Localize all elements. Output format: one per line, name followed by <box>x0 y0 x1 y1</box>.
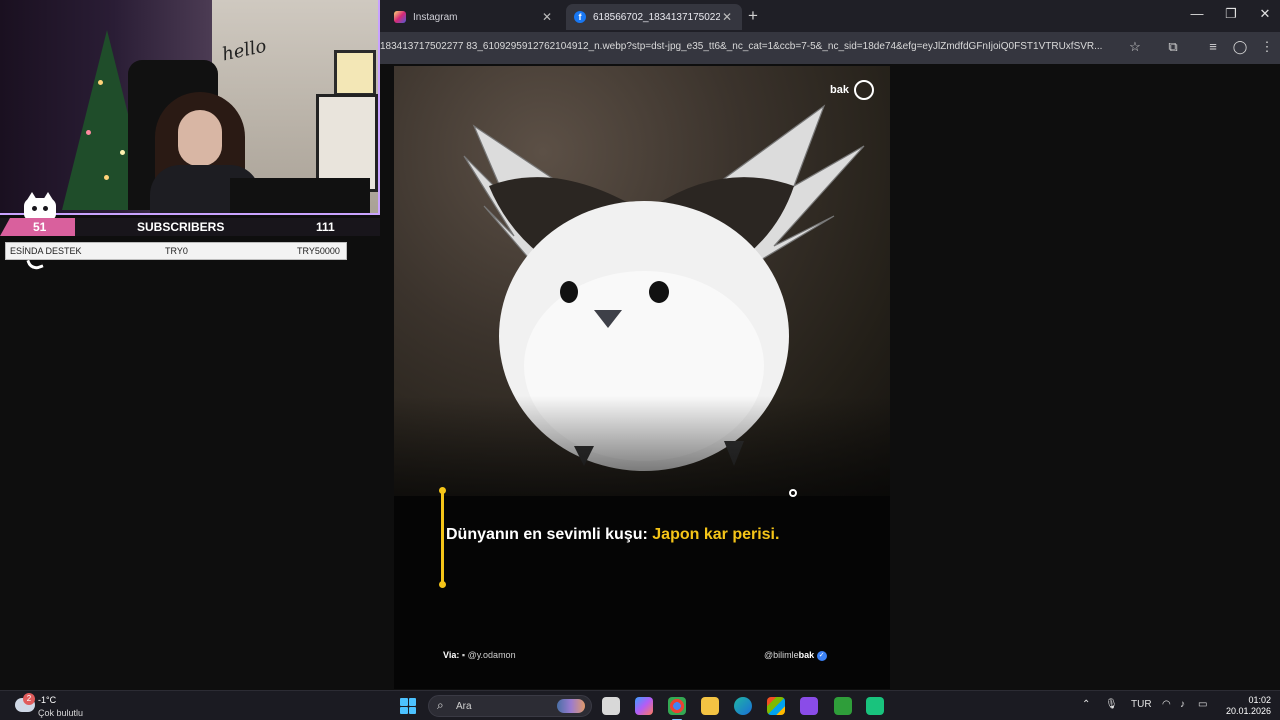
chevron-up-icon[interactable]: ⌃ <box>1082 699 1090 710</box>
verified-badge-icon: ✓ <box>816 650 827 661</box>
tree-light <box>120 150 125 155</box>
clock-date: 20.01.2026 <box>1225 706 1271 716</box>
search-icon: ⌕ <box>437 698 444 712</box>
close-tab-icon[interactable]: ✕ <box>720 10 734 24</box>
minimize-button[interactable]: — <box>1182 6 1212 21</box>
search-placeholder: Ara <box>456 701 472 712</box>
handle-text: @bilimle <box>764 650 799 660</box>
instagram-icon <box>394 11 406 23</box>
chrome-icon[interactable] <box>668 697 686 720</box>
weather-condition[interactable]: Çok bulutlu <box>38 708 83 718</box>
new-tab-button[interactable]: + <box>748 6 758 26</box>
store-icon[interactable] <box>767 697 785 715</box>
brand-logo-ring <box>854 80 874 100</box>
url-field[interactable]: 183413717502277 83_6109295912762104912_n… <box>380 41 1120 52</box>
profile-icon[interactable]: ◯ <box>1231 39 1249 55</box>
subscriber-bar: 51 SUBSCRIBERS 111 <box>0 218 380 236</box>
restore-button[interactable]: ❐ <box>1216 6 1246 22</box>
language-indicator[interactable]: TUR <box>1131 699 1152 710</box>
donation-goal-bar: ESİNDA DESTEK TRY0 TRY50000 <box>5 242 347 260</box>
tab-label: 618566702_18341371750227783 <box>593 11 720 23</box>
handle-bold: bak <box>798 650 815 660</box>
caption-highlight: Japon kar perisi. <box>652 526 780 543</box>
clock[interactable]: 01:02 20.01.2026 <box>1225 695 1271 717</box>
webcam-overlay: hello <box>0 0 380 215</box>
caption-text: Dünyanın en sevimli kuşu: <box>446 526 653 543</box>
donation-goal: TRY50000 <box>297 246 340 256</box>
extensions-icon[interactable]: ⧉ <box>1164 39 1182 55</box>
caption-accent-dot-top <box>439 487 446 494</box>
tab-label: Instagram <box>413 11 458 23</box>
wifi-icon[interactable]: ◠ <box>1162 699 1171 710</box>
tree-light <box>86 130 91 135</box>
caption-accent-dot-bottom <box>439 581 446 588</box>
app-icon[interactable] <box>800 697 818 715</box>
file-explorer-icon[interactable] <box>701 697 719 715</box>
facebook-icon: f <box>574 11 586 23</box>
via-label: Via: <box>443 650 460 660</box>
temperature[interactable]: -1°C <box>38 695 56 705</box>
close-window-button[interactable]: ✕ <box>1250 6 1280 22</box>
brand-logo: bak <box>830 84 849 96</box>
photo-fade <box>394 396 890 546</box>
streamer-face <box>178 110 222 166</box>
donation-label: ESİNDA DESTEK <box>10 246 82 256</box>
subscriber-count-goal: 111 <box>316 220 335 234</box>
subscriber-count-current: 51 <box>33 220 47 234</box>
microphone-icon[interactable]: 🎙 <box>1105 699 1118 710</box>
subscriber-title: SUBSCRIBERS <box>137 220 225 234</box>
via-handle: @y.odamon <box>467 650 516 660</box>
flag-icon: ▪ <box>461 650 466 660</box>
cat-mascot-icon <box>24 192 56 220</box>
taskbar: 2 -1°C Çok bulutlu ⌕ Ara ⌃ 🎙 TUR ◠ ♪ ▭ 0… <box>0 690 1280 720</box>
tree-light <box>98 80 103 85</box>
monitor <box>230 178 370 213</box>
bookmark-star-icon[interactable]: ☆ <box>1126 39 1144 55</box>
publisher-handle: @bilimlebak ✓ <box>764 650 827 661</box>
duck-painting <box>334 50 376 96</box>
weather-badge: 2 <box>23 693 35 705</box>
tab-image[interactable]: f 618566702_18341371750227783 ✕ <box>566 4 742 30</box>
screen: Instagram ✕ f 618566702_1834137175022778… <box>0 0 1280 720</box>
xbox-icon[interactable] <box>834 697 852 715</box>
tree-light <box>104 175 109 180</box>
donation-current: TRY0 <box>165 246 188 256</box>
image-post: bak Dünyanın en sevimli kuşu: Japon kar … <box>394 66 890 689</box>
mouse-cursor <box>789 489 797 497</box>
volume-icon[interactable]: ♪ <box>1180 699 1185 710</box>
search-highlight-icon <box>557 699 585 713</box>
edge-icon[interactable] <box>734 697 752 715</box>
tab-instagram[interactable]: Instagram ✕ <box>386 4 562 30</box>
streaming-app-icon[interactable] <box>866 697 884 715</box>
start-button[interactable] <box>400 698 416 714</box>
battery-icon[interactable]: ▭ <box>1198 699 1207 710</box>
copilot-icon[interactable] <box>635 697 653 715</box>
taskbar-search[interactable]: ⌕ Ara <box>428 695 592 717</box>
clock-time: 01:02 <box>1248 695 1271 705</box>
task-view-icon[interactable] <box>602 697 620 715</box>
media-controls-icon[interactable]: ≡ <box>1204 39 1222 54</box>
post-caption: Dünyanın en sevimli kuşu: Japon kar peri… <box>446 526 779 544</box>
menu-icon[interactable]: ⋮ <box>1258 39 1276 55</box>
close-tab-icon[interactable]: ✕ <box>540 10 554 24</box>
caption-accent-bar <box>441 491 444 585</box>
via-credit: Via: ▪ @y.odamon <box>443 650 516 660</box>
